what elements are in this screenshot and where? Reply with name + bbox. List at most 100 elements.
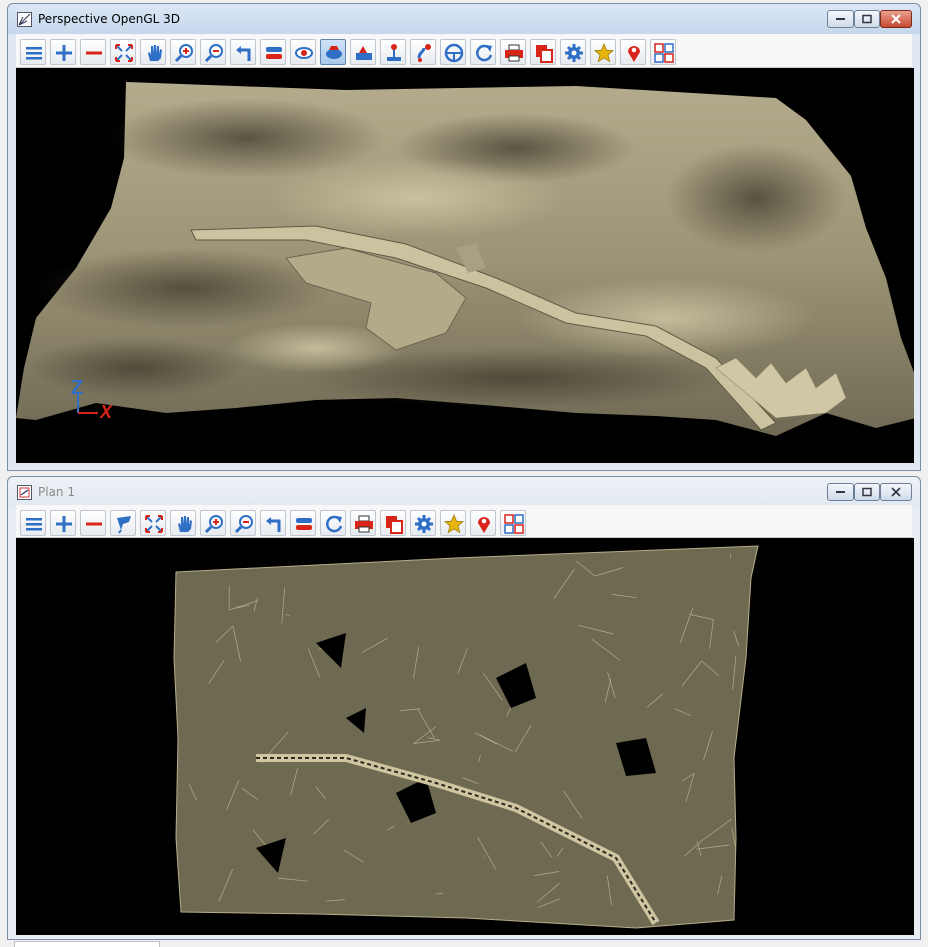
undo-view-icon [236,46,251,61]
tiles-icon [654,43,674,63]
minimize-button[interactable] [827,483,854,501]
mesh-boundary [173,545,759,929]
location-pin-button[interactable] [620,39,646,65]
close-button[interactable] [880,483,912,501]
favorite-star-icon [443,513,465,534]
toggle-icon [296,518,312,530]
tiles-button[interactable] [650,39,676,65]
zoom-out-minus-icon [86,522,102,526]
maximize-button[interactable] [854,483,880,501]
zoom-button[interactable] [200,39,226,65]
walk-button[interactable] [410,39,436,65]
shade-icon [326,46,342,59]
location-pin-button[interactable] [470,510,496,536]
close-icon [891,487,901,497]
shade-button[interactable] [320,39,346,65]
zoom-out-minus-button[interactable] [80,510,106,536]
zoom-in-plus-button[interactable] [50,39,76,65]
zoom-out-minus-button[interactable] [80,39,106,65]
zoom-extent-button[interactable] [140,510,166,536]
perspective-viewport[interactable]: Z X [16,68,914,463]
favorite-star-icon [593,42,615,63]
terrain-3d-render: Z X [16,82,914,436]
minimize-icon [835,18,845,20]
pan-hand-icon [148,45,162,61]
view-eye-button[interactable] [290,39,316,65]
plan-viewport[interactable] [16,538,914,935]
zoom-window-button[interactable] [200,510,226,536]
menu-button[interactable] [20,39,46,65]
joystick-button[interactable] [380,39,406,65]
walk-icon [417,44,431,62]
restore-icon [862,487,872,497]
copy-button[interactable] [530,39,556,65]
window-title: Perspective OpenGL 3D [38,12,181,26]
zoom-in-plus-button[interactable] [50,510,76,536]
redraw-icon [476,44,493,62]
perspective-titlebar[interactable]: Perspective OpenGL 3D [8,4,920,34]
zoom-extent-icon [115,44,133,62]
print-icon [355,515,373,533]
zoom-window-icon [174,44,193,63]
zoom-extent-button[interactable] [110,39,136,65]
perspective-window: Perspective OpenGL 3D Z X [7,3,921,471]
undo-view-button[interactable] [230,39,256,65]
zoom-in-plus-icon [56,45,72,61]
favorite-star-button[interactable] [590,39,616,65]
zoom-button[interactable] [230,510,256,536]
copy-button[interactable] [380,510,406,536]
tiles-icon [504,514,524,534]
plan-window: Plan 1 [7,476,921,940]
view-eye-icon [295,47,313,59]
brush-button[interactable] [110,510,136,536]
menu-icon [26,518,42,531]
pan-hand-button[interactable] [170,510,196,536]
toggle-button[interactable] [290,510,316,536]
menu-icon [26,47,42,60]
settings-gear-icon [415,515,433,533]
undo-view-button[interactable] [260,510,286,536]
settings-gear-icon [565,44,583,62]
redraw-icon [326,515,343,533]
zoom-window-icon [204,515,223,534]
status-tab[interactable] [14,941,160,947]
close-icon [891,14,901,24]
perspective-view-icon [17,12,32,27]
window-title: Plan 1 [38,485,75,499]
zoom-window-button[interactable] [170,39,196,65]
undo-view-icon [266,517,281,532]
pan-hand-icon [178,516,192,532]
steering-wheel-button[interactable] [440,39,466,65]
toggle-button[interactable] [260,39,286,65]
favorite-star-button[interactable] [440,510,466,536]
toggle-icon [266,47,282,59]
copy-icon [536,45,553,63]
zoom-out-minus-icon [86,51,102,55]
zoom-extent-icon [145,515,163,533]
zoom-in-plus-icon [56,516,72,532]
pan-hand-button[interactable] [140,39,166,65]
minimize-button[interactable] [827,10,854,28]
axis-x-label: X [99,402,113,422]
axis-z-label: Z [71,377,83,399]
zoom-icon [204,44,223,63]
close-button[interactable] [880,10,912,28]
redraw-button[interactable] [320,510,346,536]
plan-toolbar [16,505,912,538]
settings-gear-button[interactable] [410,510,436,536]
render-icon [356,46,372,60]
copy-icon [386,516,403,534]
menu-button[interactable] [20,510,46,536]
maximize-button[interactable] [854,10,880,28]
print-button[interactable] [500,39,526,65]
zoom-icon [234,515,253,534]
print-button[interactable] [350,510,376,536]
plan-titlebar[interactable]: Plan 1 [8,477,920,507]
plan-view-icon [17,485,32,500]
joystick-icon [387,44,401,61]
redraw-button[interactable] [470,39,496,65]
render-button[interactable] [350,39,376,65]
settings-gear-button[interactable] [560,39,586,65]
steering-wheel-icon [444,43,464,63]
tiles-button[interactable] [500,510,526,536]
